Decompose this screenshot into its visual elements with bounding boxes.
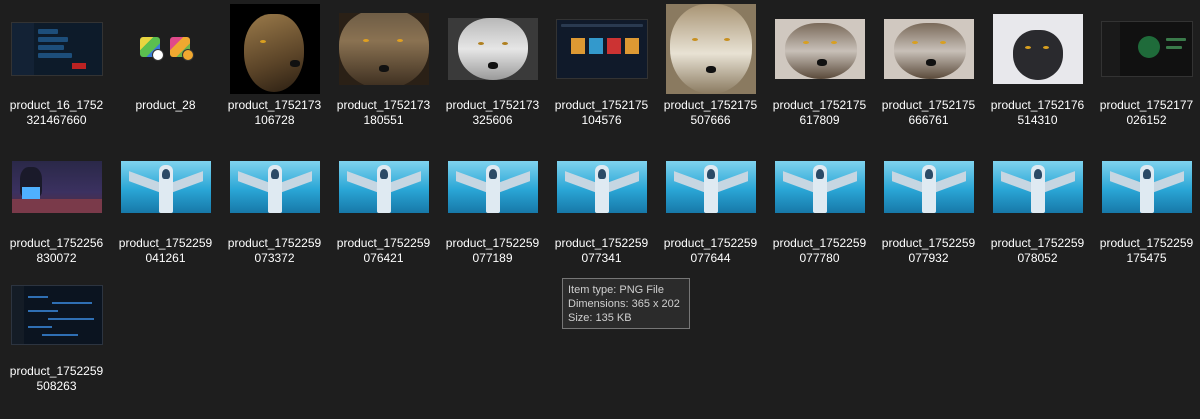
jet-photo <box>220 142 329 232</box>
colored-cubes-icon <box>111 4 220 94</box>
wolf-photo <box>329 4 438 94</box>
jet-photo <box>111 142 220 232</box>
file-name-label: product_1752175 104576 <box>554 98 649 127</box>
file-name-label: product_1752259 077644 <box>663 236 758 265</box>
jet-photo <box>547 142 656 232</box>
file-item[interactable]: product_1752259 073372 <box>220 142 329 270</box>
wolf-photo <box>983 4 1092 94</box>
file-name-label: product_1752173 106728 <box>227 98 322 127</box>
file-item[interactable]: product_1752173 106728 <box>220 4 329 132</box>
file-item[interactable]: product_1752259 078052 <box>983 142 1092 270</box>
wolf-photo <box>765 4 874 94</box>
file-name-label: product_1752175 507666 <box>663 98 758 127</box>
jet-photo <box>765 142 874 232</box>
file-name-label: product_1752173 325606 <box>445 98 540 127</box>
jet-photo <box>656 142 765 232</box>
wolf-photo <box>220 4 329 94</box>
anime-thumbnail <box>2 142 111 232</box>
jet-photo <box>874 142 983 232</box>
wolf-photo <box>656 4 765 94</box>
tooltip-dimensions: Dimensions: 365 x 202 <box>568 298 680 310</box>
jet-photo <box>1092 142 1200 232</box>
file-item[interactable]: product_1752173 325606 <box>438 4 547 132</box>
file-name-label: product_1752256 830072 <box>9 236 104 265</box>
file-item[interactable]: product_1752173 180551 <box>329 4 438 132</box>
file-name-label: product_1752175 666761 <box>881 98 976 127</box>
file-name-label: product_1752259 077189 <box>445 236 540 265</box>
jet-photo <box>983 142 1092 232</box>
app-ui-thumbnail <box>2 4 111 94</box>
file-item[interactable]: product_1752259 077341 <box>547 142 656 270</box>
file-item[interactable]: product_1752259 077780 <box>765 142 874 270</box>
file-info-tooltip: Item type: PNG File Dimensions: 365 x 20… <box>562 278 690 329</box>
file-name-label: product_1752259 077780 <box>772 236 867 265</box>
file-item[interactable]: product_1752259 077932 <box>874 142 983 270</box>
file-item[interactable]: product_16_1752 321467660 <box>2 4 111 132</box>
file-name-label: product_1752259 175475 <box>1099 236 1194 265</box>
file-name-label: product_1752259 076421 <box>336 236 431 265</box>
wolf-photo <box>874 4 983 94</box>
file-item[interactable]: product_1752259 076421 <box>329 142 438 270</box>
file-item[interactable]: product_1752175 617809 <box>765 4 874 132</box>
app-ui-thumbnail <box>1092 4 1200 94</box>
file-item[interactable]: product_1752259 077644 <box>656 142 765 270</box>
file-name-label: product_1752259 077932 <box>881 236 976 265</box>
file-item[interactable]: product_1752259 077189 <box>438 142 547 270</box>
file-name-label: product_1752177 026152 <box>1099 98 1194 127</box>
file-name-label: product_1752259 041261 <box>118 236 213 265</box>
file-item[interactable]: product_1752175 104576 <box>547 4 656 132</box>
jet-photo <box>329 142 438 232</box>
file-item[interactable]: product_1752256 830072 <box>2 142 111 270</box>
file-item[interactable]: product_1752176 514310 <box>983 4 1092 132</box>
file-name-label: product_1752175 617809 <box>772 98 867 127</box>
wolf-photo <box>438 4 547 94</box>
file-name-label: product_1752259 077341 <box>554 236 649 265</box>
file-name-label: product_16_1752 321467660 <box>9 98 104 127</box>
file-item[interactable]: product_1752259 041261 <box>111 142 220 270</box>
tooltip-item-type: Item type: PNG File <box>568 284 664 296</box>
jet-photo <box>438 142 547 232</box>
file-name-label: product_28 <box>135 98 196 112</box>
file-name-label: product_1752259 078052 <box>990 236 1085 265</box>
code-editor-thumbnail <box>2 270 111 360</box>
file-item[interactable]: product_1752259 175475 <box>1092 142 1200 270</box>
file-item[interactable]: product_1752175 666761 <box>874 4 983 132</box>
file-item[interactable]: product_28 <box>111 4 220 132</box>
file-name-label: product_1752176 514310 <box>990 98 1085 127</box>
file-item[interactable]: product_1752177 026152 <box>1092 4 1200 132</box>
file-item[interactable]: product_1752259 508263 <box>2 270 111 398</box>
file-grid: product_16_1752 321467660 product_28 prod… <box>0 0 1200 419</box>
file-name-label: product_1752259 508263 <box>9 364 104 393</box>
file-name-label: product_1752259 073372 <box>227 236 322 265</box>
file-item[interactable]: product_1752175 507666 <box>656 4 765 132</box>
file-name-label: product_1752173 180551 <box>336 98 431 127</box>
app-ui-thumbnail <box>547 4 656 94</box>
tooltip-size: Size: 135 KB <box>568 312 632 324</box>
